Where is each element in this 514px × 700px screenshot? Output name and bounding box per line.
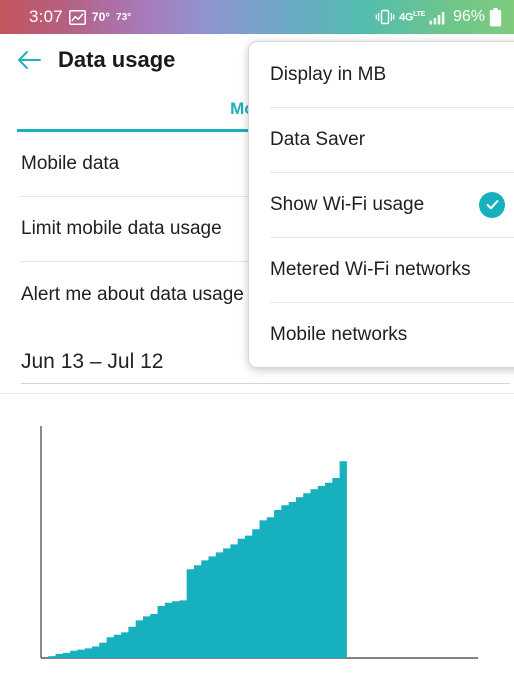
menu-item-show-wifi-usage[interactable]: Show Wi-Fi usage <box>249 172 514 237</box>
battery-percent: 96% <box>452 8 485 25</box>
network-type-label: 4G <box>399 11 414 24</box>
network-type-indicator: 4GLTE <box>399 11 425 24</box>
weather-chart-icon <box>68 9 86 25</box>
page-title: Data usage <box>58 47 176 72</box>
date-range-label: Jun 13 – Jul 12 <box>21 349 164 373</box>
menu-item-label: Show Wi-Fi usage <box>270 193 425 215</box>
status-time: 3:07 <box>29 7 63 26</box>
setting-label: Alert me about data usage <box>21 283 244 305</box>
status-temp-secondary: 73° <box>116 11 132 23</box>
signal-bars-icon <box>429 10 449 25</box>
menu-item-label: Mobile networks <box>270 323 408 345</box>
battery-icon <box>489 7 502 27</box>
usage-chart-svg <box>40 426 478 659</box>
status-bar-left: 3:07 70° 73° <box>8 7 131 27</box>
check-circle-icon <box>479 191 505 218</box>
overflow-menu: Display in MB Data Saver Show Wi-Fi usag… <box>248 41 514 368</box>
menu-item-label: Metered Wi-Fi networks <box>270 258 471 280</box>
network-type-superscript: LTE <box>413 10 425 18</box>
menu-item-label: Display in MB <box>270 63 387 85</box>
menu-item-display-in-mb[interactable]: Display in MB <box>249 42 514 107</box>
chart-area-series <box>41 459 347 658</box>
menu-item-mobile-networks[interactable]: Mobile networks <box>249 302 514 367</box>
back-arrow-icon[interactable] <box>14 45 44 75</box>
menu-item-metered-wifi-networks[interactable]: Metered Wi-Fi networks <box>249 237 514 302</box>
menu-item-data-saver[interactable]: Data Saver <box>249 107 514 172</box>
menu-item-label: Data Saver <box>270 128 366 150</box>
status-bar-right: 4GLTE 96% <box>375 7 506 27</box>
status-temp-primary: 70° <box>91 10 111 24</box>
status-bar: 3:07 70° 73° 4GLTE 96% <box>0 0 514 34</box>
phone-screen: 3:07 70° 73° 4GLTE 96% Data usage Mobile… <box>0 0 514 700</box>
vibrate-icon <box>375 9 395 25</box>
setting-label: Limit mobile data usage <box>21 218 222 239</box>
usage-chart: Jun 13 Jun 28 Jul 13 wsxdn.com <box>0 418 514 676</box>
range-divider <box>0 393 514 394</box>
setting-label: Mobile data <box>21 153 120 174</box>
